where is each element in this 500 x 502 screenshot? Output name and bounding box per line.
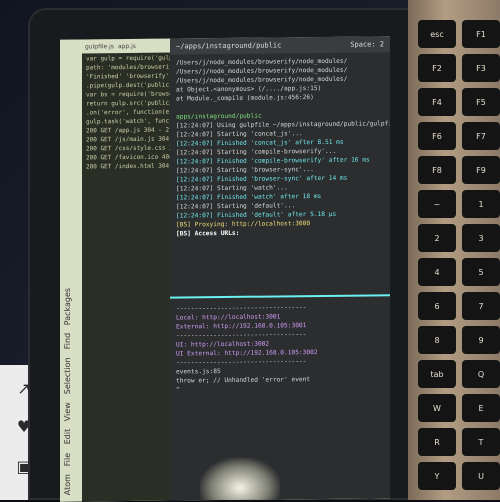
menu-item[interactable]: Packages xyxy=(63,288,72,325)
terminal-line: [BS] Access URLs: xyxy=(176,229,240,238)
keyboard-key[interactable]: 8 xyxy=(418,326,456,354)
keyboard-key[interactable]: F1 xyxy=(462,20,500,48)
keyboard-key[interactable]: F3 xyxy=(462,54,500,82)
keyboard-key[interactable]: 6 xyxy=(418,292,456,320)
terminal-title: ~/apps/instaground/public xyxy=(176,41,282,51)
keyboard: esc F1 F2 F3 F4 F5 F6 F7 F8 F9 ~1 2 3 4 5 6 7 8 9 tab Q W E R T Y… xyxy=(418,20,500,500)
menu-item[interactable]: Find xyxy=(63,333,72,349)
keyboard-key[interactable]: F5 xyxy=(462,88,500,116)
menu-item[interactable]: File xyxy=(63,453,72,466)
keyboard-key[interactable]: U xyxy=(462,462,500,490)
keyboard-key[interactable]: W xyxy=(418,394,456,422)
terminal-pane-top[interactable]: /Users/j/node_modules/browserify/node_mo… xyxy=(170,52,390,299)
keyboard-key[interactable]: 5 xyxy=(462,258,500,286)
terminal-space-label: Space: 2 xyxy=(350,40,384,49)
menu-item[interactable]: Atom xyxy=(63,474,72,495)
keyboard-key[interactable]: F4 xyxy=(418,88,456,116)
menu-bar: Atom File Edit View Selection Find Packages xyxy=(60,39,83,502)
keyboard-key[interactable]: F2 xyxy=(418,54,456,82)
editor-code: var gulp = require('gulp'); path: 'modul… xyxy=(82,54,170,173)
keyboard-key[interactable]: R xyxy=(418,428,456,456)
keyboard-key[interactable]: 7 xyxy=(462,292,500,320)
terminal-window[interactable]: ~/apps/instaground/public Space: 2 /User… xyxy=(170,36,390,501)
editor-tab-bar: gulpfile.js app.js xyxy=(82,38,173,54)
keyboard-key[interactable]: F9 xyxy=(462,156,500,184)
keyboard-key[interactable]: E xyxy=(462,394,500,422)
editor-tab[interactable]: gulpfile.js xyxy=(85,43,114,50)
menu-item[interactable]: Selection xyxy=(63,358,72,395)
menu-item[interactable]: View xyxy=(63,403,72,422)
keyboard-key[interactable]: tab xyxy=(418,360,456,388)
keyboard-key[interactable]: F8 xyxy=(418,156,456,184)
keyboard-key[interactable]: ~ xyxy=(418,190,456,218)
keyboard-key[interactable]: 4 xyxy=(418,258,456,286)
terminal-pane-bottom[interactable]: ----------------------------------- Loca… xyxy=(170,298,390,500)
menu-list: Atom File Edit View Selection Find Packages xyxy=(63,288,72,496)
keyboard-key[interactable]: T xyxy=(462,428,500,456)
editor-tab[interactable]: app.js xyxy=(118,42,136,49)
keyboard-key[interactable]: F7 xyxy=(462,122,500,150)
keyboard-key[interactable]: 9 xyxy=(462,326,500,354)
keyboard-key[interactable]: 2 xyxy=(418,224,456,252)
keyboard-key[interactable]: Y xyxy=(418,462,456,490)
keyboard-key[interactable]: F6 xyxy=(418,122,456,150)
code-line: 200 GET /index.html 304 xyxy=(86,162,170,171)
keyboard-key[interactable]: 1 xyxy=(462,190,500,218)
laptop-screen: Atom File Edit View Selection Find Packages va… xyxy=(60,36,390,502)
keyboard-key[interactable]: Q xyxy=(462,360,500,388)
keyboard-key[interactable]: 3 xyxy=(462,224,500,252)
menu-item[interactable]: Edit xyxy=(63,430,72,446)
keyboard-key[interactable]: esc xyxy=(418,20,456,48)
editor-pane[interactable]: var gulp = require('gulp'); path: 'modul… xyxy=(82,38,170,502)
